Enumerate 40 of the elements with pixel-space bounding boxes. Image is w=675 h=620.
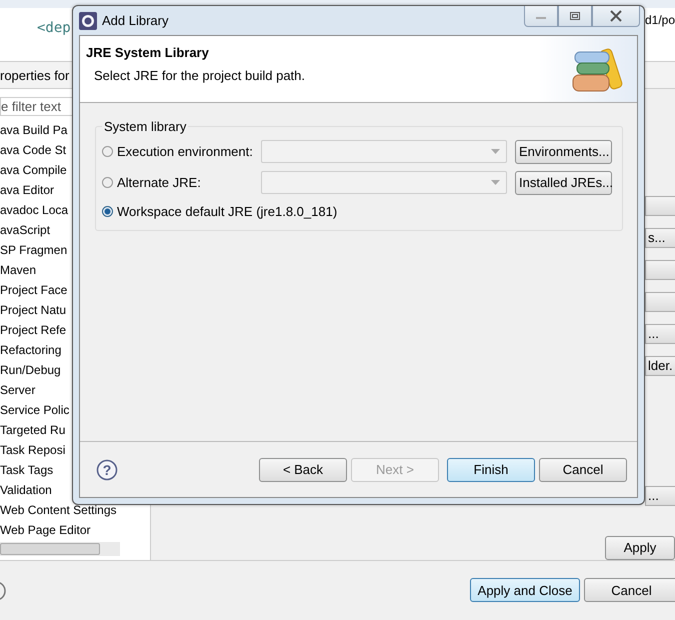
maximize-icon (569, 11, 581, 21)
radio-button[interactable] (102, 146, 113, 157)
cancel-button[interactable]: Cancel (584, 578, 675, 602)
caret-icon (491, 149, 500, 154)
option-label: Alternate JRE: (117, 175, 202, 190)
button[interactable]: ... (645, 486, 675, 506)
help-icon[interactable]: ? (96, 458, 118, 480)
close-icon (609, 10, 623, 22)
option-label: Execution environment: (117, 144, 254, 159)
button[interactable]: s... (645, 228, 675, 248)
dropdown[interactable] (261, 171, 507, 194)
button-edge[interactable] (645, 196, 675, 216)
dropdown[interactable] (261, 140, 507, 163)
tree-item[interactable]: Web Page Editor (0, 520, 150, 540)
dialog-button[interactable]: Cancel (539, 458, 627, 482)
maximize-button[interactable] (558, 6, 592, 27)
help-icon[interactable] (0, 580, 7, 602)
radio-button[interactable] (102, 177, 113, 188)
code-text: <dep (37, 20, 71, 38)
radio-button[interactable] (102, 206, 113, 216)
button[interactable]: lder. (645, 356, 675, 376)
dialog-button[interactable]: Finish (447, 458, 535, 482)
file-path: d1/po (644, 13, 675, 29)
window-title: Add Library (102, 13, 168, 28)
dialog-button[interactable]: < Back (259, 458, 347, 482)
group-label: System library (103, 119, 188, 134)
apply-button[interactable]: Apply (605, 536, 675, 560)
page-description: Select JRE for the project build path. (93, 68, 306, 83)
button-edge[interactable] (645, 292, 675, 312)
option-button[interactable]: Environments... (515, 140, 612, 164)
option-label: Workspace default JRE (jre1.8.0_181) (117, 204, 338, 218)
button[interactable]: ... (645, 324, 675, 344)
page-title: JRE System Library (86, 45, 209, 60)
apply-and-close-button[interactable]: Apply and Close (470, 578, 580, 602)
caret-icon (491, 180, 500, 185)
properties-title: roperties for (0, 68, 70, 83)
option-button[interactable]: Installed JREs... (515, 170, 612, 194)
close-button[interactable] (592, 6, 640, 27)
scrollbar[interactable] (0, 542, 120, 556)
button-edge[interactable] (645, 260, 675, 280)
